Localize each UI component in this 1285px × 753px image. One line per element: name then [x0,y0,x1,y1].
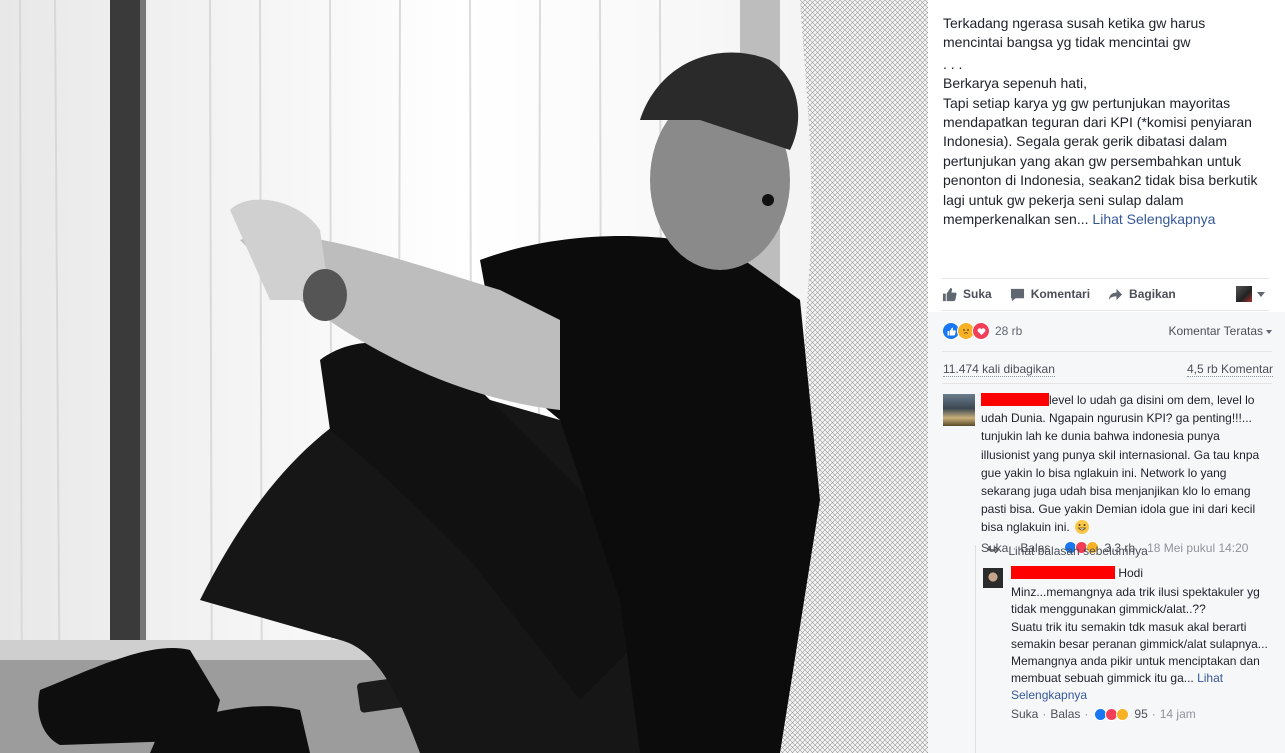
caption-line: . . . [943,55,963,72]
avatar[interactable] [983,568,1003,588]
comment-text: level lo udah ga disini om dem, level lo… [981,393,1260,535]
shares-count-link[interactable]: 11.474 kali dibagikan [943,362,1055,377]
redacted-name [981,393,1049,406]
share-button[interactable]: Bagikan [1108,287,1176,302]
see-more-link[interactable]: Lihat Selengkapnya [1092,211,1215,227]
caption-line: Tapi setiap karya yg gw pertunjukan mayo… [943,94,1258,228]
like-button[interactable]: Suka [942,287,992,302]
share-label: Bagikan [1129,287,1176,301]
reply-reaction-count: 95 [1134,706,1148,721]
like-label: Suka [963,287,992,301]
reply-time[interactable]: 14 jam [1160,706,1196,723]
view-previous-replies-label: Lihat balasan sebelumnya [1008,544,1148,558]
chevron-down-icon [1266,329,1272,334]
redacted-name [1011,566,1115,579]
caption-line: Berkarya sepenuh hati, [943,75,1087,92]
reply-reactions[interactable] [1094,707,1130,721]
reply-reply-link[interactable]: Balas [1050,706,1080,723]
divider [942,310,1269,311]
divider [942,351,1272,352]
reaction-count: 28 rb [995,324,1023,338]
comment-sort-dropdown[interactable]: Komentar Teratas [1168,324,1272,338]
comments-count-link[interactable]: 4,5 rb Komentar [1186,362,1273,377]
post-caption: Terkadang ngerasa susah ketika gw harus … [943,14,1268,229]
comment-button[interactable]: Komentari [1010,287,1090,302]
post-as-selector[interactable] [1236,286,1265,302]
reply-text-line: Minz...memangnya ada trik ilusi spektaku… [1011,585,1260,617]
share-icon [1108,287,1123,302]
comment-label: Komentari [1030,287,1091,301]
caption-line: Terkadang ngerasa susah ketika gw harus … [943,15,1206,51]
reply-like-link[interactable]: Suka [1011,706,1038,723]
divider [942,278,1269,279]
reply-thread-line [975,545,976,753]
post-photo[interactable] [0,0,928,753]
post-stats: 11.474 kali dibagikan 4,5 rb Komentar [943,362,1273,377]
comment-icon [1010,287,1025,302]
photo-illustration [0,0,928,753]
love-reaction-icon [972,322,990,340]
grinning-emoji-icon [1075,520,1090,535]
page-avatar [1236,286,1252,302]
chevron-down-icon [1257,291,1265,297]
reply-arrow-icon [988,544,1002,558]
thumbs-up-icon [942,287,957,302]
reactions-summary[interactable]: 28 rb Komentar Teratas [942,321,1272,341]
reply-meta: Suka · Balas · 95 · 14 jam [1011,706,1273,723]
wow-reaction-icon [1116,707,1130,721]
action-bar: Suka Komentari Bagikan [942,281,1269,307]
reply-text-line: Suatu trik itu semakin tdk masuk akal be… [1011,619,1268,651]
commenter-name-suffix[interactable]: Hodi [1118,566,1143,580]
avatar[interactable] [943,394,975,426]
comment-sort-label: Komentar Teratas [1168,324,1264,338]
comment-time[interactable]: 18 Mei pukul 14:20 [1147,539,1248,557]
divider [942,383,1272,384]
view-previous-replies[interactable]: Lihat balasan sebelumnya [988,544,1148,558]
